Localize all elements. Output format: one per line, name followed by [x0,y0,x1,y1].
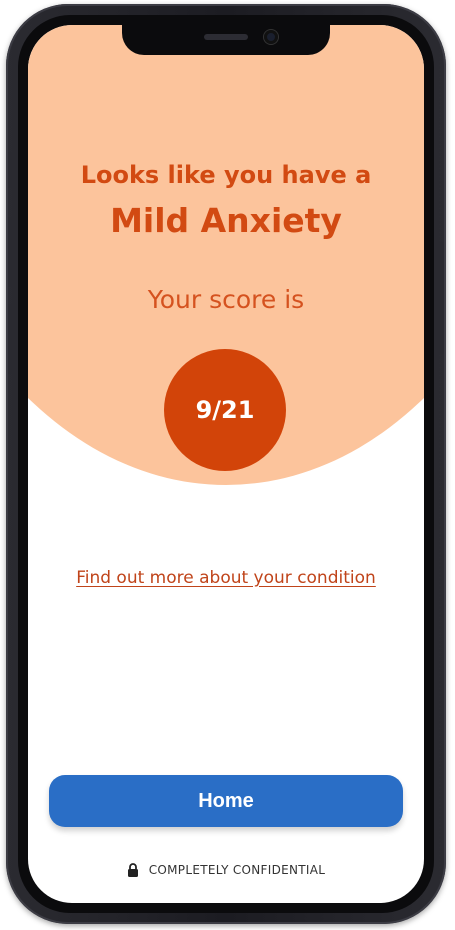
power-button [439,242,444,354]
app-mockup: Looks like you have a Mild Anxiety Your … [0,0,455,930]
home-button-label: Home [198,789,254,812]
volume-up-button [8,217,13,287]
volume-down-button [8,304,13,374]
phone-bezel: Looks like you have a Mild Anxiety Your … [18,15,434,913]
speaker-grille [204,34,248,40]
confidential-note: COMPLETELY CONFIDENTIAL [28,863,424,877]
condition-title: Mild Anxiety [110,201,342,240]
lock-icon [127,863,138,877]
result-screen: Looks like you have a Mild Anxiety Your … [28,25,424,903]
camera-icon [264,30,278,44]
notch [122,25,330,55]
score-badge: 9/21 [164,349,286,471]
score-value: 9/21 [195,396,255,424]
home-button[interactable]: Home [49,775,403,827]
result-intro: Looks like you have a [80,161,372,189]
silent-switch [8,152,13,188]
phone-frame: Looks like you have a Mild Anxiety Your … [6,4,446,924]
confidential-text: COMPLETELY CONFIDENTIAL [148,863,326,877]
condition-info-link[interactable]: Find out more about your condition [28,568,424,588]
score-label: Your score is [147,285,305,314]
